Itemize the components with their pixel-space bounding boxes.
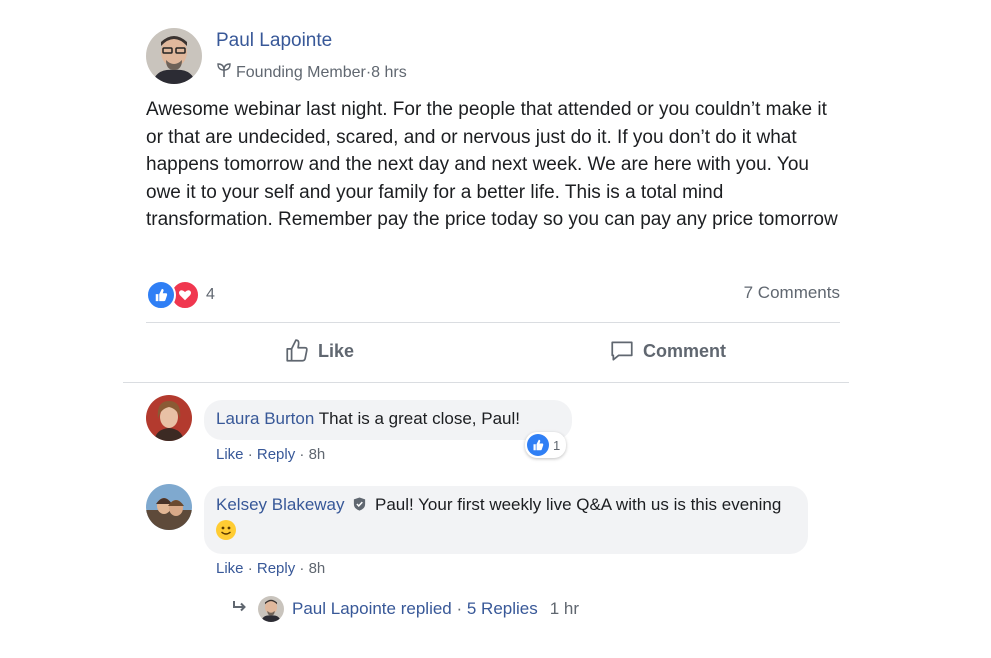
author-avatar[interactable] [146,28,202,84]
like-button-label: Like [318,340,355,361]
thumbs-up-icon [527,434,549,456]
comment-like-link[interactable]: Like [216,560,244,577]
thumbs-up-outline-icon [286,339,308,362]
smiley-icon [216,520,236,540]
comment-bubble: Kelsey Blakeway Paul! Your first weekly … [204,486,808,554]
comment-button-label: Comment [643,340,727,361]
reply-author-name: Paul Lapointe [292,599,396,618]
comment-reaction[interactable]: 1 [525,432,567,458]
thumbs-up-icon [146,280,176,310]
comment-time[interactable]: 8h [309,560,326,577]
member-badge: Founding Member [236,63,366,81]
commenter-avatar[interactable] [146,484,192,530]
post-card: Paul Lapointe Founding Member · 8 hrs Aw… [0,0,991,658]
comment-reply-link[interactable]: Reply [257,560,295,577]
reply-count: 5 Replies [466,599,538,618]
post-meta: Founding Member · 8 hrs [216,62,407,83]
author-name[interactable]: Paul Lapointe [216,30,332,52]
reply-arrow-icon [232,599,248,619]
replies-link[interactable]: Paul Lapointe replied · 5 Replies 1 hr [232,596,579,622]
reaction-summary[interactable]: 4 [146,280,215,310]
shield-icon [352,494,367,519]
comment-text: Paul! Your first weekly live Q&A with us… [374,495,782,514]
speech-bubble-icon [611,341,633,361]
reply-label: replied [400,599,452,618]
comment-like-link[interactable]: Like [216,446,244,463]
divider [146,322,840,323]
comment-actions: Like · Reply · 8h [216,560,326,577]
post-text: Awesome webinar last night. For the peop… [146,99,838,230]
reaction-count: 4 [206,286,215,303]
like-button[interactable]: Like [284,338,354,364]
commenter-avatar[interactable] [146,395,192,441]
comment-button[interactable]: Comment [609,338,726,364]
sprout-icon [216,62,232,83]
comment-reaction-count: 1 [553,437,561,453]
comment-time[interactable]: 8h [309,446,326,463]
post-time[interactable]: 8 hrs [371,64,407,82]
comment-actions: Like · Reply · 8h [216,446,326,463]
commenter-name[interactable]: Kelsey Blakeway [216,495,345,514]
commenter-name[interactable]: Laura Burton [216,409,314,428]
reply-author-avatar [258,596,284,622]
comment-text: That is a great close, Paul! [318,409,520,428]
reply-time: 1 hr [549,599,580,618]
divider [123,382,849,383]
comment-count[interactable]: 7 Comments [744,283,840,303]
comment-reply-link[interactable]: Reply [257,446,295,463]
comment-bubble: Laura Burton That is a great close, Paul… [204,400,572,440]
